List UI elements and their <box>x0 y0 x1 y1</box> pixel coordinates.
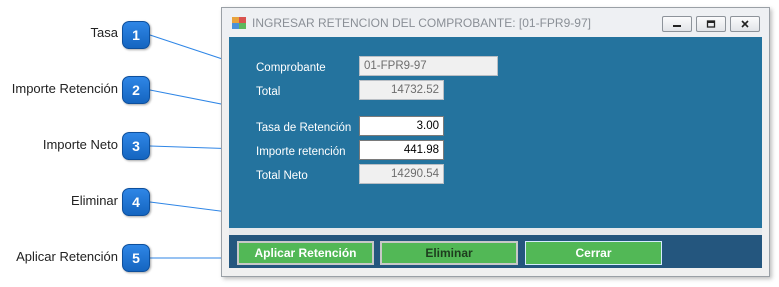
window-title: INGRESAR RETENCION DEL COMPROBANTE: [01-… <box>252 16 591 30</box>
callout-badge-1: 1 <box>122 21 150 49</box>
minimize-icon <box>673 25 681 27</box>
comprobante-field: 01-FPR9-97 <box>359 56 498 76</box>
total-field: 14732.52 <box>359 80 444 100</box>
callout-badge-5: 5 <box>122 244 150 272</box>
comprobante-label: Comprobante <box>256 62 326 74</box>
total-neto-field: 14290.54 <box>359 164 444 184</box>
total-neto-label: Total Neto <box>256 170 308 182</box>
app-form-icon <box>232 17 246 29</box>
close-button[interactable] <box>730 16 760 32</box>
cerrar-button[interactable]: Cerrar <box>525 241 662 265</box>
separator-strip <box>229 228 762 235</box>
restore-icon <box>706 20 716 28</box>
callout-label-tasa: Tasa <box>90 25 118 40</box>
callout-label-eliminar: Eliminar <box>71 193 118 208</box>
close-icon <box>741 20 749 28</box>
retention-dialog-window: INGRESAR RETENCION DEL COMPROBANTE: [01-… <box>221 7 770 277</box>
callout-label-aplicar-retencion: Aplicar Retención <box>16 249 118 264</box>
restore-button[interactable] <box>696 16 726 32</box>
window-titlebar[interactable]: INGRESAR RETENCION DEL COMPROBANTE: [01-… <box>222 8 769 38</box>
importe-retencion-input[interactable]: 441.98 <box>359 140 444 160</box>
importe-retencion-label: Importe retención <box>256 146 346 158</box>
tasa-input[interactable]: 3.00 <box>359 116 444 136</box>
tasa-label: Tasa de Retención <box>256 122 352 134</box>
aplicar-retencion-button[interactable]: Aplicar Retención <box>237 241 374 265</box>
callout-badge-2: 2 <box>122 76 150 104</box>
callout-badge-3: 3 <box>122 132 150 160</box>
callout-badge-4: 4 <box>122 188 150 216</box>
minimize-button[interactable] <box>662 16 692 32</box>
callout-label-importe-retencion: Importe Retención <box>11 81 118 96</box>
callout-label-importe-neto: Importe Neto <box>42 137 118 152</box>
form-panel: Comprobante 01-FPR9-97 Total 14732.52 Ta… <box>229 37 762 228</box>
total-label: Total <box>256 86 281 98</box>
button-panel: Aplicar Retención Eliminar Cerrar <box>229 235 762 268</box>
eliminar-button[interactable]: Eliminar <box>380 241 518 265</box>
